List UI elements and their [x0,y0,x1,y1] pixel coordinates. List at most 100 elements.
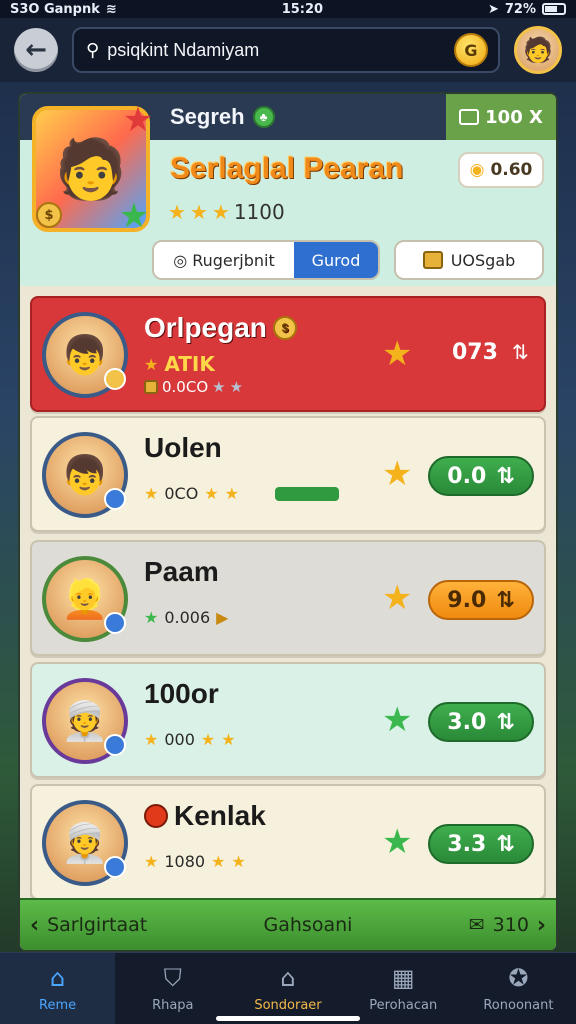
value-pill[interactable]: 0.0 ⇅ [428,456,534,496]
search-bar[interactable]: ⚲ G [72,27,500,73]
strip-center-label: Gahsoani [263,914,353,936]
star-icon: ★ [382,334,413,374]
value-pill[interactable]: 9.0 ⇅ [428,580,534,620]
profile-coin-icon: $ [36,202,62,228]
score-value: 0.60 [490,160,533,180]
profile-title: Serlaglal Pearan [170,152,404,185]
tab-sondoraer[interactable]: ⌂ Sondoraer [230,953,345,1024]
segment-a-label: Rugerjbnit [192,250,275,270]
green-star-icon: ★ [118,196,150,236]
player-avatar: 👦 [42,312,128,398]
star-icon: ★ [212,378,226,396]
row-name: Orlpegan $ [144,312,297,344]
coin-outline-icon: ◎ [173,250,188,270]
row-sub: ★ 1080 ★ ★ [144,852,246,871]
player-avatar: 👱 [42,556,128,642]
player-tag: ATIK [164,352,215,376]
tab-label: Ronoonant [483,998,554,1013]
tab-label: Sondoraer [254,998,322,1013]
list-item[interactable]: 👳 100or ★ 000 ★ ★ ★ 3.0 ⇅ [30,662,546,778]
list-item[interactable]: 👱 Paam ★ 0.006 ▶ ★ 9.0 ⇅ [30,540,546,656]
side-button[interactable]: UOSgab [394,240,544,280]
player-avatar: 👦 [42,432,128,518]
segment-b-label: Gurod [311,250,361,270]
player-name: Kenlak [174,800,266,831]
chart-icon: ▦ [391,964,415,992]
tab-rhapa[interactable]: ⛉ Rhapa [115,953,230,1024]
segment-b[interactable]: Gurod [294,242,378,278]
player-avatar: 👳 [42,678,128,764]
currency-chip[interactable]: 100 X [446,94,556,140]
list-item[interactable]: 👦 Orlpegan $ ★ ATIK 0.0CO ★ ★ ★ 073 ⇅ [30,296,546,412]
list-item[interactable]: 👦 Uolen ★ 0CO ★ ★ ★ 0.0 ⇅ [30,416,546,532]
leaf-icon: ♣ [252,106,275,128]
cash-icon [459,109,480,125]
coin-icon: $ [272,316,297,340]
player-list: 👦 Orlpegan $ ★ ATIK 0.0CO ★ ★ ★ 073 ⇅ 👦 … [20,292,556,898]
badge-icon [104,368,126,390]
prev-control[interactable]: ‹ Sarlgirtaat [30,913,147,938]
coin-icon[interactable]: G [454,33,488,67]
sort-icon: ⇅ [496,463,515,489]
star-icon: ★ [144,852,159,871]
star-icon: ★ [204,484,219,503]
coin-stack-icon: ◉ [469,160,485,180]
battery-label: 72% [504,1,536,17]
chevron-left-icon: ‹ [30,912,40,938]
value-pill[interactable]: 3.3 ⇅ [428,824,534,864]
row-sub: ★ 0CO ★ ★ [144,484,339,503]
house-icon: ⌂ [280,964,296,992]
trophy-icon: ✪ [508,964,529,992]
profile-name: Segreh ♣ [170,104,275,130]
star-icon: ★ [211,200,230,224]
star-icon: ★ [382,454,413,494]
tab-ronoonant[interactable]: ✪ Ronoonant [461,953,576,1024]
tab-bar: ⌂ Reme ⛉ Rhapa ⌂ Sondoraer ▦ Perohacan ✪… [0,952,576,1024]
tab-home[interactable]: ⌂ Reme [0,953,116,1024]
back-button[interactable]: ← [14,28,58,72]
segment-a[interactable]: ◎ Rugerjbnit [154,242,294,278]
row-sub: ★ 000 ★ ★ [144,730,236,749]
next-control[interactable]: ✉ 310 › [469,913,546,938]
box-icon [422,251,443,269]
profile-name-label: Segreh [170,104,245,129]
star-icon: ★ [144,484,159,503]
row-meta: 0.0CO ★ ★ [144,378,243,396]
value-pill[interactable]: 3.0 ⇅ [428,702,534,742]
player-tag: 0CO [164,484,199,503]
player-tag: 1080 [164,852,206,871]
player-value: 9.0 [447,587,487,613]
home-indicator[interactable] [216,1016,360,1021]
search-input[interactable] [107,39,446,61]
chevron-right-icon: › [536,912,546,938]
sort-icon: ⇅ [496,587,515,613]
star-icon: ★ [189,200,208,224]
star-icon: ★ [229,378,244,396]
badge-icon [104,856,126,878]
sort-icon[interactable]: ⇅ [512,340,529,364]
star-icon: ★ [144,608,159,627]
status-bar: S3O Ganpnk ≋ 15:20 ➤ 72% [0,0,576,18]
segmented-control: ◎ Rugerjbnit Gurod [152,240,380,280]
shield-icon: ⛉ [163,964,182,992]
player-value: 3.0 [447,709,487,735]
score-pill[interactable]: ◉ 0.60 [458,152,544,188]
top-header: ← ⚲ G 🧑 [0,18,576,82]
list-item[interactable]: 👳 Kenlak ★ 1080 ★ ★ ★ 3.3 ⇅ [30,784,546,898]
prev-label: Sarlgirtaat [47,914,148,936]
star-icon: ★ [382,578,413,618]
star-icon: ★ [382,700,413,740]
search-icon: ⚲ [86,39,100,61]
user-avatar[interactable]: 🧑 [514,26,562,74]
player-value: 3.3 [447,831,487,857]
red-star-icon: ★ [122,100,154,140]
profile-rating: ★ ★ ★ 1100 [168,200,285,224]
profile-card: Segreh ♣ 100 X 🧑 ★ ★ $ Serlaglal Pearan … [20,94,556,286]
row-sub: ★ ATIK [144,352,215,376]
tab-label: Reme [39,998,77,1013]
star-icon: ★ [211,852,226,871]
tab-perohacan[interactable]: ▦ Perohacan [346,953,461,1024]
player-tag: 000 [164,730,195,749]
player-name: 100or [144,678,219,709]
tab-label: Rhapa [152,998,194,1013]
